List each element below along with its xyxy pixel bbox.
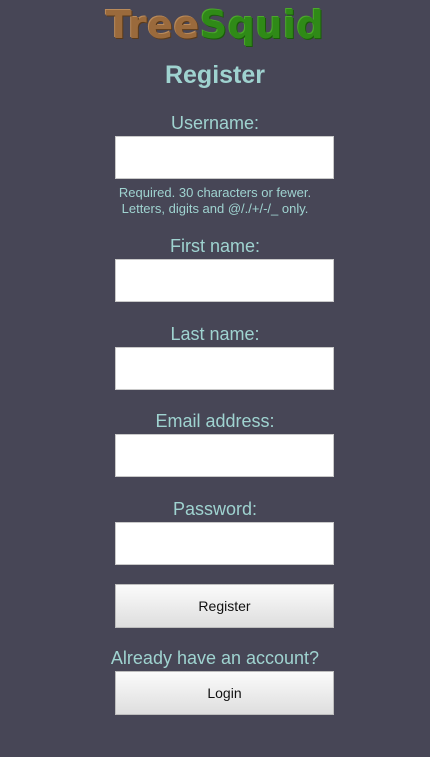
- last-name-input[interactable]: [115, 347, 334, 390]
- register-button[interactable]: Register: [115, 584, 334, 628]
- first-name-label: First name:: [169, 236, 261, 256]
- username-input[interactable]: [115, 136, 334, 179]
- username-help-text: Required. 30 characters or fewer. Letter…: [0, 185, 430, 217]
- password-label: Password:: [172, 499, 258, 519]
- username-label: Username:: [170, 113, 260, 133]
- page-title: Register: [164, 61, 266, 89]
- username-help-line-2: Letters, digits and @/./+/-/_ only.: [121, 201, 309, 216]
- logo-text-tree: Tree: [105, 3, 200, 47]
- treesquid-logo: TreeSquid: [0, 2, 430, 48]
- last-name-label: Last name:: [170, 324, 260, 344]
- username-help-line-1: Required. 30 characters or fewer.: [118, 185, 312, 200]
- email-input[interactable]: [115, 434, 334, 477]
- password-input[interactable]: [115, 522, 334, 565]
- logo-text-squid: Squid: [199, 3, 325, 47]
- already-have-account-text: Already have an account?: [110, 648, 320, 668]
- first-name-input[interactable]: [115, 259, 334, 302]
- login-button[interactable]: Login: [115, 671, 334, 715]
- email-label: Email address:: [155, 411, 275, 431]
